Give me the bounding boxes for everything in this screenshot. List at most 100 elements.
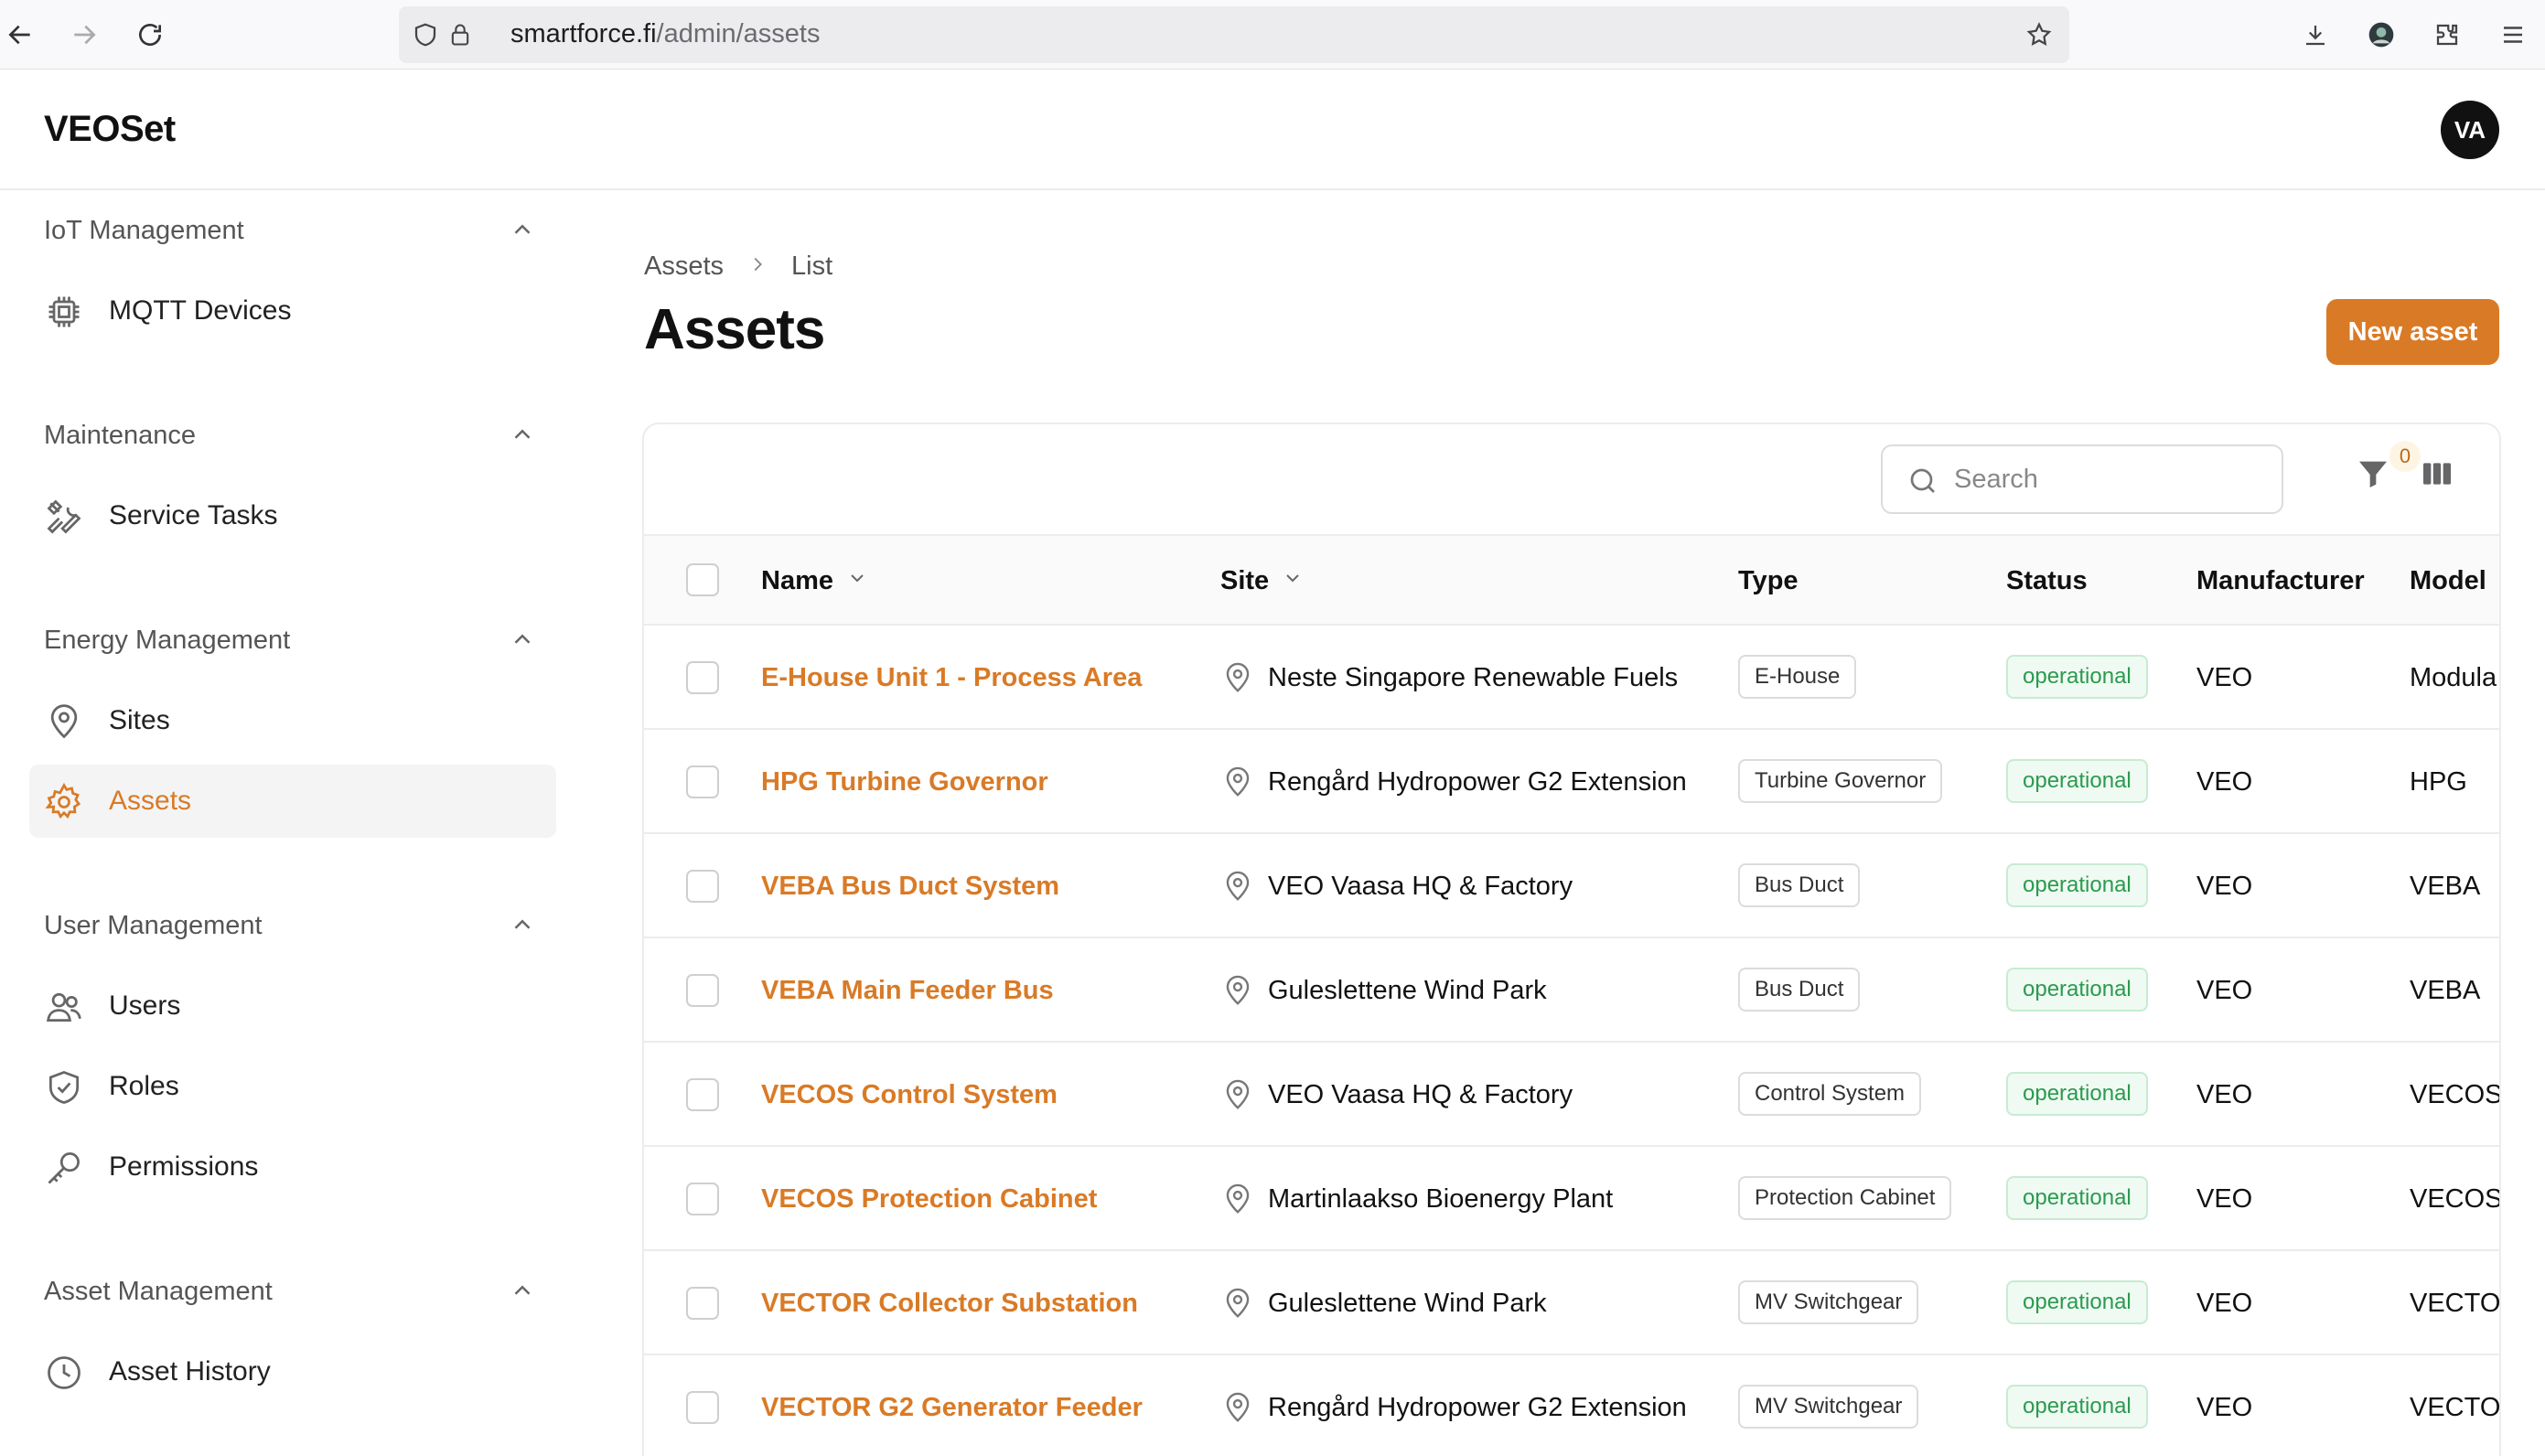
chevron-down-icon — [1282, 566, 1304, 596]
chevron-down-icon — [846, 566, 868, 596]
status-badge: operational — [2006, 968, 2148, 1012]
asset-site: VEO Vaasa HQ & Factory — [1268, 872, 1573, 901]
table-row[interactable]: VECOS Protection Cabinet Martinlaakso Bio… — [644, 1147, 2501, 1251]
cog-icon — [44, 782, 84, 822]
breadcrumb-list: List — [791, 252, 833, 281]
column-label: Name — [761, 566, 833, 595]
table-row[interactable]: VECTOR Collector Substation Guleslettene … — [644, 1251, 2501, 1355]
sidebar-item-label: MQTT Devices — [109, 295, 292, 326]
sidebar-item-roles[interactable]: Roles — [29, 1050, 556, 1123]
chevron-up-icon[interactable] — [509, 216, 536, 243]
asset-model: VECOS — [2410, 1184, 2501, 1214]
chevron-up-icon[interactable] — [509, 421, 536, 448]
clock-icon — [44, 1353, 84, 1393]
download-icon[interactable] — [2298, 17, 2333, 52]
column-header-site[interactable]: Site — [1220, 566, 1304, 596]
shield-icon[interactable] — [408, 17, 443, 52]
sidebar-item-sites[interactable]: Sites — [29, 684, 556, 757]
sidebar-item-label: Assets — [109, 786, 192, 816]
sidebar-item-users[interactable]: Users — [29, 969, 556, 1043]
new-asset-button[interactable]: New asset — [2326, 299, 2499, 365]
type-badge: Bus Duct — [1738, 968, 1861, 1012]
table-row[interactable]: VECTOR G2 Generator Feeder Rengård Hydrop… — [644, 1355, 2499, 1456]
column-header-status: Status — [2006, 566, 2088, 595]
columns-icon[interactable] — [2419, 455, 2463, 499]
table-row[interactable]: VEBA Bus Duct System VEO Vaasa HQ & Facto… — [644, 834, 2499, 938]
group-user-management[interactable]: User Management — [44, 911, 263, 941]
profile-icon[interactable] — [2364, 17, 2399, 52]
sidebar-item-service-tasks[interactable]: Service Tasks — [29, 479, 556, 552]
asset-name-link[interactable]: VECTOR G2 Generator Feeder — [761, 1393, 1143, 1423]
tools-icon — [44, 497, 84, 537]
url-text[interactable]: smartforce.fi/admin/assets — [510, 19, 820, 49]
search-box[interactable] — [1881, 444, 2283, 514]
sidebar-item-label: Sites — [109, 705, 170, 735]
row-checkbox[interactable] — [686, 1287, 719, 1320]
row-checkbox[interactable] — [686, 1078, 719, 1111]
type-badge: MV Switchgear — [1738, 1385, 1919, 1429]
row-checkbox[interactable] — [686, 661, 719, 694]
group-maintenance[interactable]: Maintenance — [44, 421, 196, 451]
asset-name-link[interactable]: VECOS Control System — [761, 1080, 1058, 1110]
type-badge: Turbine Governor — [1738, 759, 1943, 803]
extensions-icon[interactable] — [2430, 17, 2464, 52]
asset-manufacturer: VEO — [2196, 767, 2253, 797]
asset-name-link[interactable]: VEBA Main Feeder Bus — [761, 976, 1054, 1006]
type-badge: E-House — [1738, 655, 1857, 699]
group-asset-management[interactable]: Asset Management — [44, 1277, 273, 1307]
type-badge: Control System — [1738, 1072, 1922, 1116]
asset-name-link[interactable]: E-House Unit 1 - Process Area — [761, 663, 1142, 693]
group-iot-management[interactable]: IoT Management — [44, 216, 244, 246]
row-checkbox[interactable] — [686, 974, 719, 1007]
column-header-name[interactable]: Name — [761, 566, 868, 596]
select-all-checkbox[interactable] — [686, 563, 719, 596]
asset-name-link[interactable]: VECOS Protection Cabinet — [761, 1184, 1097, 1215]
chevron-up-icon[interactable] — [509, 1277, 536, 1304]
back-arrow-icon[interactable] — [4, 18, 37, 51]
table-row[interactable]: VECOS Control System VEO Vaasa HQ & Facto… — [644, 1043, 2499, 1147]
table-row[interactable]: VEBA Main Feeder Bus Guleslettene Wind Pa… — [644, 938, 2499, 1043]
menu-icon[interactable] — [2496, 17, 2530, 52]
group-energy-management[interactable]: Energy Management — [44, 626, 290, 656]
bookmark-star-icon[interactable] — [2022, 17, 2056, 52]
table-row[interactable]: E-House Unit 1 - Process Area Neste Singa… — [644, 626, 2499, 730]
key-icon — [44, 1148, 84, 1188]
column-header-model: Model — [2410, 566, 2486, 595]
sidebar-item-asset-history[interactable]: Asset History — [29, 1335, 556, 1408]
lock-icon[interactable] — [443, 17, 478, 52]
breadcrumb-assets[interactable]: Assets — [644, 252, 724, 282]
status-badge: operational — [2006, 655, 2148, 699]
type-badge: Bus Duct — [1738, 863, 1861, 907]
sidebar: IoT Management MQTT Devices Maintenance … — [0, 191, 585, 1456]
sidebar-item-mqtt-devices[interactable]: MQTT Devices — [29, 274, 556, 348]
chevron-up-icon[interactable] — [509, 626, 536, 653]
search-input[interactable] — [1954, 457, 2265, 501]
map-pin-icon — [1220, 1286, 1255, 1321]
chevron-up-icon[interactable] — [509, 911, 536, 938]
row-checkbox[interactable] — [686, 765, 719, 798]
shield-check-icon — [44, 1067, 84, 1108]
brand-logo[interactable]: VEOSet — [44, 109, 176, 150]
reload-icon[interactable] — [134, 18, 166, 51]
asset-model: VEBA — [2410, 976, 2481, 1005]
asset-manufacturer: VEO — [2196, 1289, 2253, 1318]
asset-model: HPG — [2410, 767, 2467, 797]
user-avatar[interactable]: VA — [2441, 101, 2499, 159]
type-badge: Protection Cabinet — [1738, 1176, 1952, 1220]
sidebar-item-assets[interactable]: Assets — [29, 765, 556, 838]
type-badge: MV Switchgear — [1738, 1280, 1919, 1324]
asset-site: Rengård Hydropower G2 Extension — [1268, 767, 1687, 797]
url-bar[interactable]: smartforce.fi/admin/assets — [399, 6, 2069, 63]
sidebar-item-permissions[interactable]: Permissions — [29, 1130, 556, 1204]
app-header: VEOSet VA — [0, 70, 2545, 190]
asset-model: VECTOI — [2410, 1289, 2501, 1318]
asset-name-link[interactable]: HPG Turbine Governor — [761, 767, 1048, 798]
asset-name-link[interactable]: VEBA Bus Duct System — [761, 872, 1059, 902]
row-checkbox[interactable] — [686, 870, 719, 903]
chevron-right-icon — [747, 252, 768, 282]
asset-name-link[interactable]: VECTOR Collector Substation — [761, 1289, 1138, 1319]
forward-arrow-icon[interactable] — [68, 18, 101, 51]
row-checkbox[interactable] — [686, 1183, 719, 1215]
row-checkbox[interactable] — [686, 1391, 719, 1424]
table-row[interactable]: HPG Turbine Governor Rengård Hydropower G… — [644, 730, 2499, 834]
